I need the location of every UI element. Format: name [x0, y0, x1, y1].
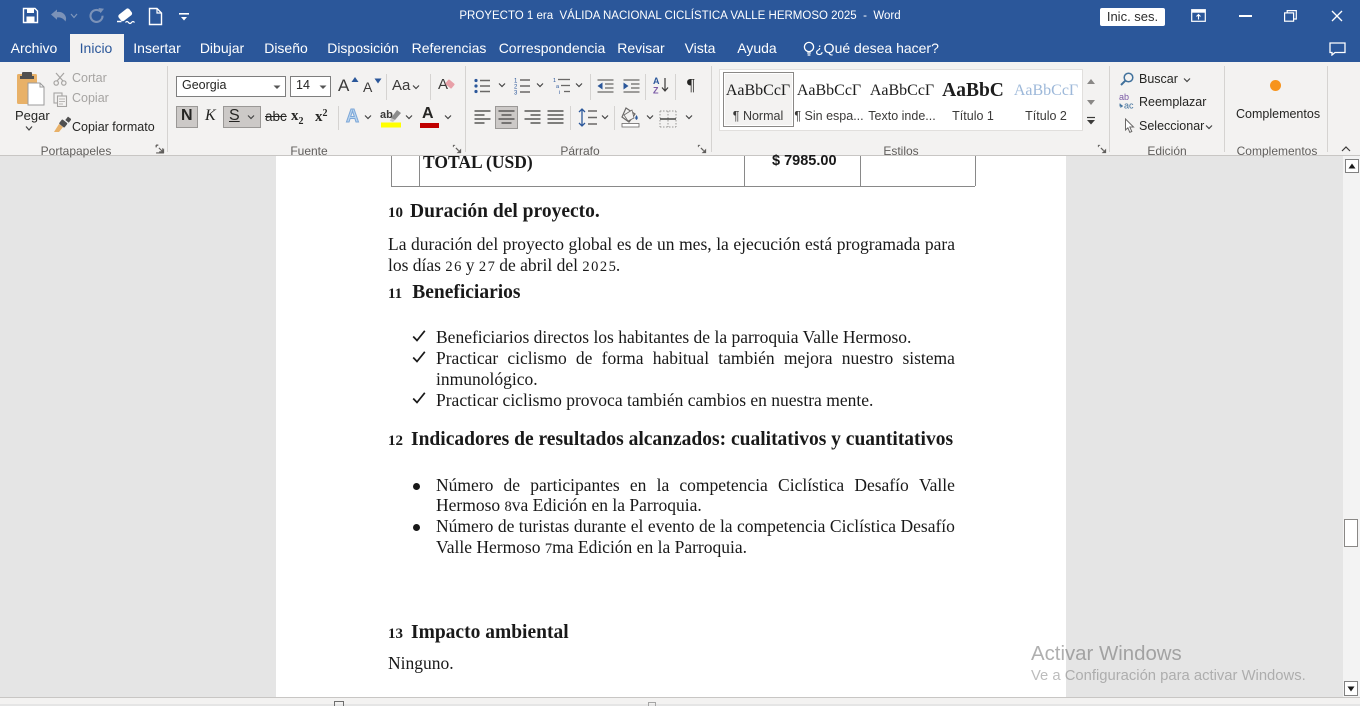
svg-text:ac: ac — [1124, 101, 1134, 110]
svg-text:i: i — [559, 90, 560, 95]
svg-text:3: 3 — [514, 91, 518, 96]
svg-text:A: A — [653, 76, 660, 86]
svg-text:Z: Z — [653, 86, 659, 95]
